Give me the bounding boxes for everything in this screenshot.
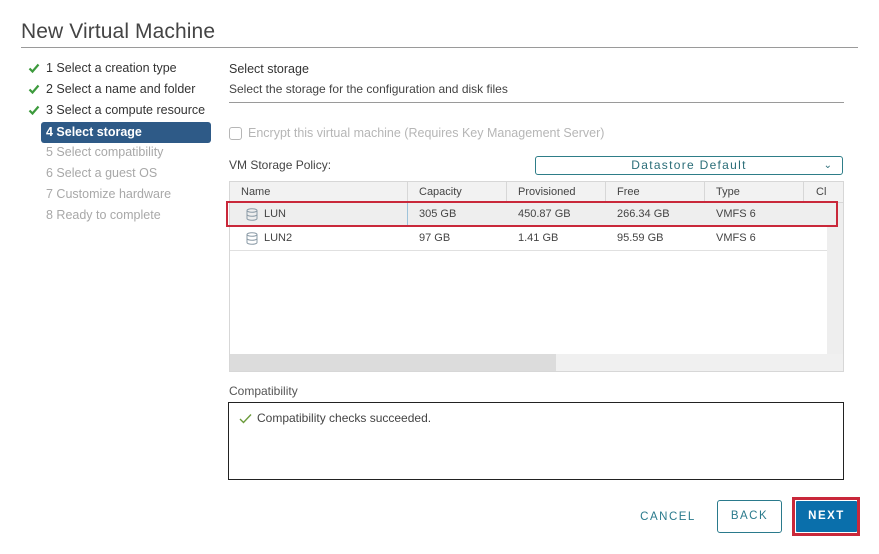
cell-free: 266.34 GB <box>617 208 670 220</box>
page-header: Select storage Select the storage for th… <box>229 62 844 103</box>
column-header-type[interactable]: Type <box>705 182 804 202</box>
wizard-step-label: 6 Select a guest OS <box>46 166 158 180</box>
wizard-step-1[interactable]: 1 Select a creation type <box>26 59 216 80</box>
cell-provisioned: 450.87 GB <box>518 208 571 220</box>
compatibility-message-text: Compatibility checks succeeded. <box>257 411 432 425</box>
check-icon <box>28 63 40 74</box>
check-icon <box>28 105 40 116</box>
wizard-step-label: 7 Customize hardware <box>46 187 172 201</box>
back-button[interactable]: BACK <box>717 500 782 533</box>
wizard-step-3[interactable]: 3 Select a compute resource <box>26 101 216 122</box>
page-description: Select the storage for the configuration… <box>229 82 508 96</box>
wizard-step-label: 1 Select a creation type <box>46 61 177 75</box>
window-title: New Virtual Machine <box>21 20 216 43</box>
cell-name: LUN <box>230 203 408 226</box>
column-header-free[interactable]: Free <box>606 182 705 202</box>
check-icon <box>28 84 40 95</box>
success-check-icon <box>239 413 252 424</box>
table-body: LUN 305 GB 450.87 GB 266.34 GB VMFS 6 LU… <box>230 203 827 355</box>
wizard-steps: 1 Select a creation type 2 Select a name… <box>26 59 216 227</box>
storage-policy-dropdown[interactable]: Datastore Default ⌄ <box>535 156 843 175</box>
cell-free: 95.59 GB <box>617 232 664 244</box>
page-title: Select storage <box>229 62 309 76</box>
column-header-capacity[interactable]: Capacity <box>408 182 507 202</box>
cell-capacity: 97 GB <box>419 232 451 244</box>
wizard-step-6: 6 Select a guest OS <box>26 164 216 185</box>
encrypt-label: Encrypt this virtual machine (Requires K… <box>248 126 605 140</box>
horizontal-scrollbar[interactable] <box>230 354 843 371</box>
storage-policy-value: Datastore Default <box>631 158 747 172</box>
wizard-step-5: 5 Select compatibility <box>26 143 216 164</box>
title-divider <box>21 47 858 48</box>
wizard-step-label: 8 Ready to complete <box>46 208 161 222</box>
wizard-step-8: 8 Ready to complete <box>26 206 216 227</box>
wizard-step-2[interactable]: 2 Select a name and folder <box>26 80 216 101</box>
wizard-step-label: 4 Select storage <box>46 125 142 139</box>
wizard-step-label: 3 Select a compute resource <box>46 103 206 117</box>
header-divider <box>229 102 844 103</box>
cell-type: VMFS 6 <box>716 208 756 220</box>
datastore-icon <box>246 232 258 245</box>
horizontal-scrollbar-thumb[interactable] <box>230 354 556 371</box>
cell-name: LUN2 <box>230 227 408 250</box>
table-row[interactable]: LUN2 97 GB 1.41 GB 95.59 GB VMFS 6 <box>230 227 827 251</box>
encrypt-vm-option: Encrypt this virtual machine (Requires K… <box>229 126 604 140</box>
table-row[interactable]: LUN 305 GB 450.87 GB 266.34 GB VMFS 6 <box>230 203 827 227</box>
cancel-button[interactable]: CANCEL <box>633 508 703 526</box>
cell-provisioned: 1.41 GB <box>518 232 559 244</box>
wizard-step-4[interactable]: 4 Select storage <box>41 122 211 143</box>
wizard-step-label: 5 Select compatibility <box>46 145 164 159</box>
chevron-down-icon: ⌄ <box>823 160 832 171</box>
compatibility-label: Compatibility <box>229 384 298 398</box>
datastore-icon <box>246 208 258 221</box>
next-button[interactable]: NEXT <box>796 501 857 532</box>
compatibility-panel: Compatibility checks succeeded. <box>228 402 844 480</box>
table-header: Name Capacity Provisioned Free Type Cl <box>230 182 843 203</box>
datastore-name: LUN2 <box>264 232 293 244</box>
column-header-cluster[interactable]: Cl <box>804 182 843 202</box>
wizard-step-7: 7 Customize hardware <box>26 185 216 206</box>
compatibility-message: Compatibility checks succeeded. <box>239 411 431 425</box>
cell-capacity: 305 GB <box>419 208 457 220</box>
vertical-scrollbar[interactable] <box>827 203 843 354</box>
datastore-name: LUN <box>264 208 287 220</box>
storage-policy-label: VM Storage Policy: <box>229 158 332 172</box>
cell-type: VMFS 6 <box>716 232 756 244</box>
encrypt-checkbox <box>229 126 242 140</box>
column-header-provisioned[interactable]: Provisioned <box>507 182 606 202</box>
datastore-table: Name Capacity Provisioned Free Type Cl L… <box>229 181 844 372</box>
wizard-step-label: 2 Select a name and folder <box>46 82 196 96</box>
column-header-name[interactable]: Name <box>230 182 408 202</box>
